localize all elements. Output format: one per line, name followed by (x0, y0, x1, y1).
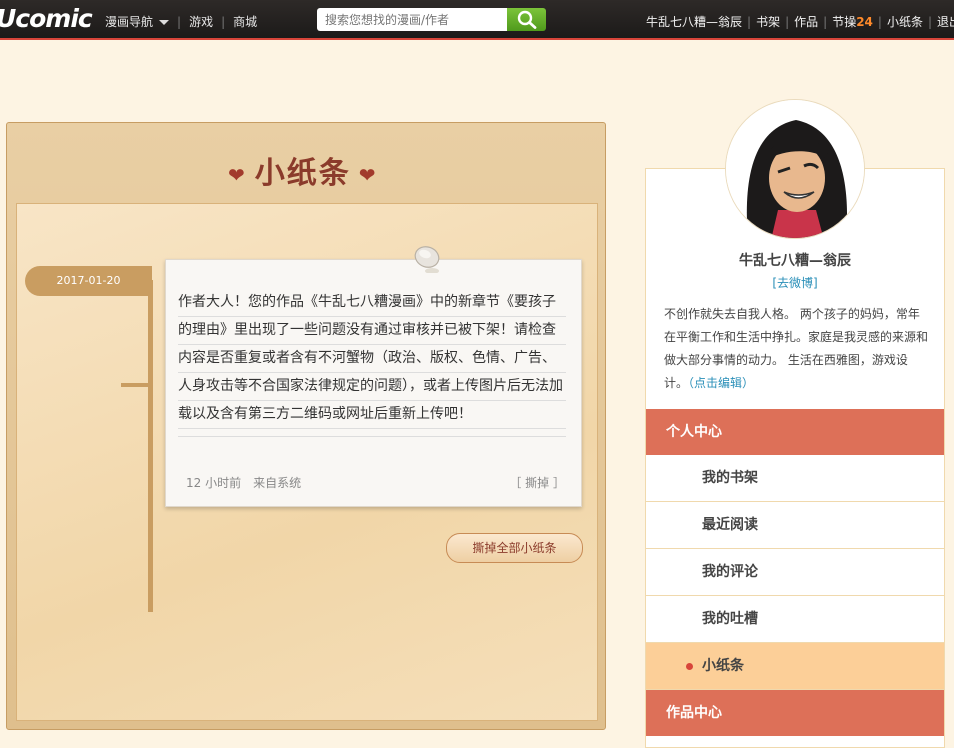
pushpin-icon (414, 246, 440, 273)
note-rule-line (178, 344, 566, 345)
site-logo[interactable]: Ucomic (0, 4, 93, 33)
note-time: 12 小时前 (186, 476, 242, 490)
board-title: ❤ 小纸条 ❤ (220, 148, 386, 192)
nav-separator: | (221, 15, 226, 29)
heart-icon: ❤ (228, 162, 247, 187)
edit-bio-link[interactable]: （点击编辑） (688, 376, 754, 390)
user-avatar[interactable] (725, 99, 865, 239)
section-works-center[interactable]: 作品中心 (646, 690, 944, 736)
chevron-down-icon (159, 20, 170, 25)
link-separator: | (785, 15, 790, 29)
board-title-text: 小纸条 (254, 156, 351, 191)
active-dot-icon (686, 663, 693, 670)
nav-games[interactable]: 游戏 (189, 13, 213, 30)
top-navigation-bar: Ucomic 漫画导航 | 游戏 | 商城 牛乱七八糟—翁辰 | 书架 | 作品 | 节操24 | 小纸… (0, 0, 954, 40)
note-date: 2017-01-20 (25, 266, 152, 296)
tucao-count: 24 (856, 15, 873, 29)
nav-separator: | (177, 15, 182, 29)
profile-bio: 不创作就失去自我人格。 两个孩子的妈妈，常年在平衡工作和生活中挣扎。家庭是我灵感… (664, 303, 929, 395)
note-rule-line (178, 400, 566, 401)
note-rule-line (178, 316, 566, 317)
sidebar-item-my-tucao[interactable]: 我的吐槽 (646, 596, 944, 643)
sidebar-item-notes[interactable]: 小纸条 (646, 643, 944, 690)
notes-link[interactable]: 小纸条 (887, 15, 923, 29)
search-button[interactable] (507, 8, 546, 31)
link-separator: | (823, 15, 828, 29)
nav-comic-guide-label: 漫画导航 (105, 15, 154, 29)
search-icon (517, 10, 537, 29)
note-rule-line (178, 372, 566, 373)
tucao-label: 节操 (832, 15, 857, 29)
link-separator: | (747, 15, 752, 29)
link-separator: | (877, 15, 882, 29)
tucao-link[interactable]: 节操24 (832, 15, 873, 29)
avatar-illustration (726, 100, 864, 238)
sidebar-item-bookshelf[interactable]: 我的书架 (646, 455, 944, 502)
works-link[interactable]: 作品 (794, 15, 818, 29)
sidebar-item-recent-reading[interactable]: 最近阅读 (646, 502, 944, 549)
main-nav: 漫画导航 | 游戏 | 商城 (105, 13, 257, 30)
user-links: 牛乱七八糟—翁辰 | 书架 | 作品 | 节操24 | 小纸条 | 退出 (646, 13, 954, 30)
user-name-link[interactable]: 牛乱七八糟—翁辰 (646, 15, 742, 29)
note-card: 作者大人！您的作品《牛乱七八糟漫画》中的新章节《要孩子的理由》里出现了一些问题没… (165, 259, 582, 507)
note-text: 作者大人！您的作品《牛乱七八糟漫画》中的新章节《要孩子的理由》里出现了一些问题没… (178, 294, 563, 422)
tear-all-notes-button[interactable]: 撕掉全部小纸条 (446, 533, 583, 563)
logout-link[interactable]: 退出 (937, 15, 954, 29)
sidebar-item-label: 我的书架 (702, 470, 758, 486)
note-source: 来自系统 (253, 476, 302, 490)
tear-note-button[interactable]: ［ 撕掉 ］ (509, 474, 565, 491)
sidebar-item-my-comments[interactable]: 我的评论 (646, 549, 944, 596)
heart-icon: ❤ (358, 162, 378, 187)
sidebar-item-label: 我的评论 (702, 564, 758, 580)
bookshelf-link[interactable]: 书架 (756, 15, 780, 29)
sidebar-item-label: 最近阅读 (702, 517, 758, 533)
timeline-tick (121, 383, 151, 387)
note-rule-line (178, 436, 566, 437)
sidebar-item-label: 我的吐槽 (702, 611, 758, 627)
sidebar-item-label: 小纸条 (702, 658, 744, 674)
section-personal-center[interactable]: 个人中心 (646, 409, 944, 455)
nav-comic-guide[interactable]: 漫画导航 (105, 13, 170, 30)
note-rule-line (178, 428, 566, 429)
link-separator: | (927, 15, 933, 29)
profile-username: 牛乱七八糟—翁辰 (739, 253, 851, 269)
search-input[interactable] (317, 8, 507, 31)
nav-shop[interactable]: 商城 (233, 13, 257, 30)
weibo-link[interactable]: [去微博] (645, 274, 945, 291)
timeline-line (148, 280, 153, 612)
note-meta: 12 小时前 来自系统 (186, 474, 313, 491)
